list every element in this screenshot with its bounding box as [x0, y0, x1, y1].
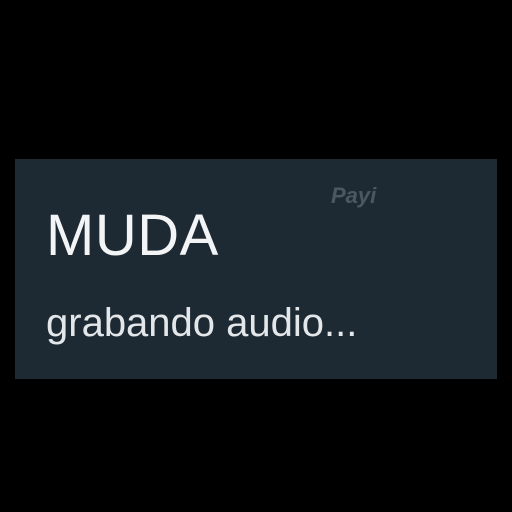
watermark: Payi: [331, 183, 377, 208]
contact-name: MUDA: [46, 203, 219, 268]
recording-status: grabando audio...: [46, 301, 358, 345]
chat-header[interactable]: Payi MUDA grabando audio...: [15, 159, 497, 379]
